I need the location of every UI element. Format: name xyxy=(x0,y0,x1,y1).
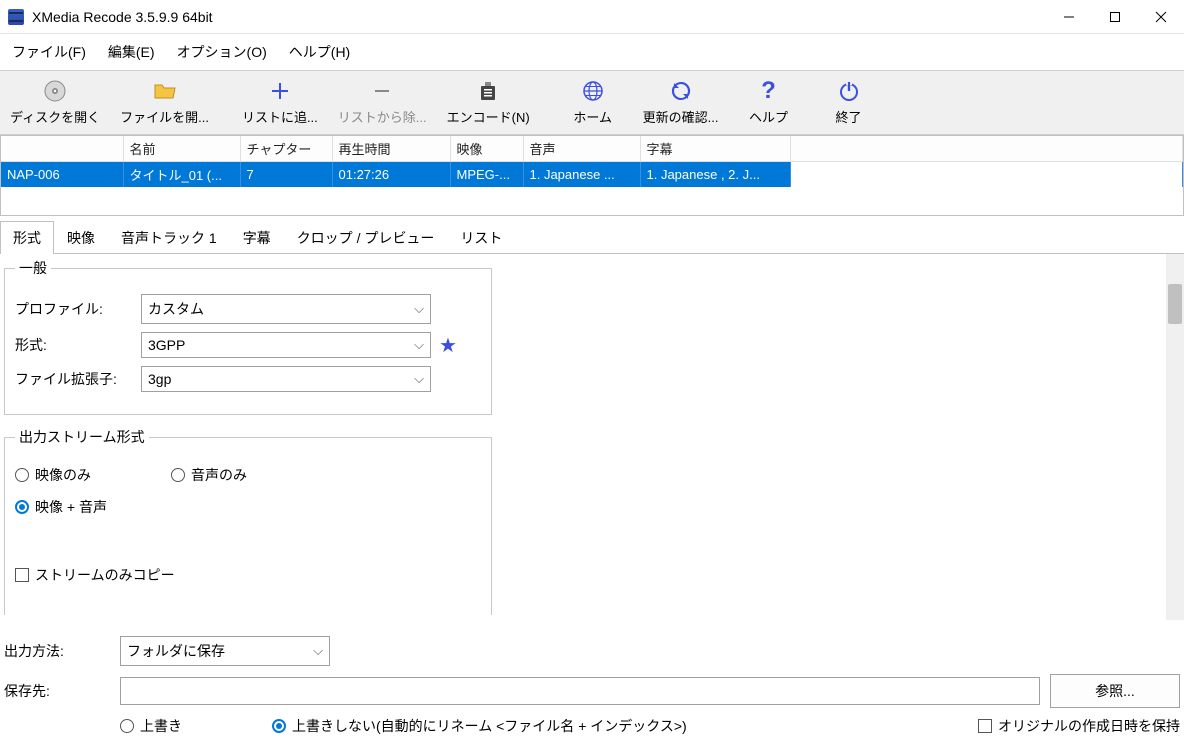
radio-video-audio[interactable]: 映像 + 音声 xyxy=(15,497,481,517)
tab-list[interactable]: リスト xyxy=(447,221,515,254)
radio-video-only[interactable]: 映像のみ xyxy=(15,465,91,485)
cell-audio: 1. Japanese ... xyxy=(523,162,640,188)
output-stream-legend: 出力ストリーム形式 xyxy=(15,427,149,447)
open-file-button[interactable]: ファイルを開... xyxy=(110,75,219,130)
minimize-button[interactable] xyxy=(1046,0,1092,34)
remove-from-list-button[interactable]: リストから除... xyxy=(328,75,437,130)
home-label: ホーム xyxy=(573,107,612,126)
vertical-scrollbar[interactable] xyxy=(1166,254,1184,620)
encode-label: エンコード(N) xyxy=(447,107,530,126)
checkbox-stream-copy[interactable]: ストリームのみコピー xyxy=(15,565,481,585)
open-file-label: ファイルを開... xyxy=(120,107,209,126)
power-icon xyxy=(837,79,861,103)
table-row[interactable]: NAP-006 タイトル_01 (... 7 01:27:26 MPEG-...… xyxy=(1,162,1183,188)
plus-icon xyxy=(268,79,292,103)
tab-video[interactable]: 映像 xyxy=(54,221,108,254)
output-panel: 出力方法: フォルダに保存 保存先: 参照... 上書き 上書きしない(自動的に… xyxy=(0,620,1184,752)
tab-content: 一般 プロファイル: カスタム 形式: 3GPP ★ ファイル拡張子: 3gp … xyxy=(0,254,1184,620)
output-dest-label: 保存先: xyxy=(4,681,110,701)
minus-icon xyxy=(370,79,394,103)
menubar: ファイル(F) 編集(E) オプション(O) ヘルプ(H) xyxy=(0,34,1184,70)
menu-help[interactable]: ヘルプ(H) xyxy=(279,38,360,66)
format-label: 形式: xyxy=(15,335,135,355)
window-title: XMedia Recode 3.5.9.9 64bit xyxy=(32,9,213,25)
encode-icon xyxy=(476,79,500,103)
output-stream-fieldset: 出力ストリーム形式 映像のみ 音声のみ 映像 + 音声 ストリームのみコピー xyxy=(4,427,492,615)
tab-subtitle[interactable]: 字幕 xyxy=(230,221,284,254)
menu-edit[interactable]: 編集(E) xyxy=(98,38,165,66)
exit-button[interactable]: 終了 xyxy=(809,75,889,130)
menu-file[interactable]: ファイル(F) xyxy=(2,38,96,66)
help-label: ヘルプ xyxy=(749,107,788,126)
cell-duration: 01:27:26 xyxy=(332,162,450,188)
profile-select[interactable]: カスタム xyxy=(141,294,431,324)
tab-crop-preview[interactable]: クロップ / プレビュー xyxy=(284,221,448,254)
col-name[interactable]: 名前 xyxy=(123,136,240,162)
encode-button[interactable]: エンコード(N) xyxy=(437,75,540,130)
add-to-list-button[interactable]: リストに追... xyxy=(232,75,328,130)
exit-label: 終了 xyxy=(836,107,862,126)
titlebar: XMedia Recode 3.5.9.9 64bit xyxy=(0,0,1184,34)
checkbox-keep-original-date[interactable]: オリジナルの作成日時を保持 xyxy=(978,716,1180,736)
radio-audio-only[interactable]: 音声のみ xyxy=(171,465,247,485)
media-table: 名前 チャプター 再生時間 映像 音声 字幕 NAP-006 タイトル_01 (… xyxy=(0,135,1184,216)
format-select[interactable]: 3GPP xyxy=(141,332,431,358)
profile-label: プロファイル: xyxy=(15,299,135,319)
col-audio[interactable]: 音声 xyxy=(523,136,640,162)
open-disc-label: ディスクを開く xyxy=(10,107,100,126)
toolbar: ディスクを開く ファイルを開... リストに追... リストから除... xyxy=(0,70,1184,135)
general-legend: 一般 xyxy=(15,258,51,278)
folder-icon xyxy=(153,79,177,103)
col-subtitle[interactable]: 字幕 xyxy=(640,136,790,162)
general-fieldset: 一般 プロファイル: カスタム 形式: 3GPP ★ ファイル拡張子: 3gp xyxy=(4,258,492,415)
open-disc-button[interactable]: ディスクを開く xyxy=(0,75,110,130)
app-icon xyxy=(8,9,24,25)
radio-overwrite[interactable]: 上書き xyxy=(120,716,182,736)
close-button[interactable] xyxy=(1138,0,1184,34)
col-disc[interactable] xyxy=(1,136,123,162)
output-method-select[interactable]: フォルダに保存 xyxy=(120,636,330,666)
col-chapter[interactable]: チャプター xyxy=(240,136,332,162)
home-button[interactable]: ホーム xyxy=(553,75,633,130)
help-button[interactable]: ? ヘルプ xyxy=(729,75,809,130)
tabstrip: 形式 映像 音声トラック 1 字幕 クロップ / プレビュー リスト xyxy=(0,220,1184,254)
extension-select[interactable]: 3gp xyxy=(141,366,431,392)
col-video[interactable]: 映像 xyxy=(450,136,523,162)
menu-options[interactable]: オプション(O) xyxy=(167,38,277,66)
col-duration[interactable]: 再生時間 xyxy=(332,136,450,162)
refresh-icon xyxy=(669,79,693,103)
disc-icon xyxy=(43,79,67,103)
check-update-button[interactable]: 更新の確認... xyxy=(633,75,729,130)
cell-name: タイトル_01 (... xyxy=(123,162,240,188)
output-dest-input[interactable] xyxy=(120,677,1040,705)
maximize-button[interactable] xyxy=(1092,0,1138,34)
check-update-label: 更新の確認... xyxy=(643,107,719,126)
cell-subtitle: 1. Japanese , 2. J... xyxy=(640,162,790,188)
globe-icon xyxy=(581,79,605,103)
tab-format[interactable]: 形式 xyxy=(0,221,54,254)
cell-video: MPEG-... xyxy=(450,162,523,188)
cell-chapter: 7 xyxy=(240,162,332,188)
question-icon: ? xyxy=(757,79,781,103)
radio-no-overwrite[interactable]: 上書きしない(自動的にリネーム <ファイル名 + インデックス>) xyxy=(272,716,687,736)
extension-label: ファイル拡張子: xyxy=(15,369,135,389)
add-to-list-label: リストに追... xyxy=(242,107,318,126)
favorite-icon[interactable]: ★ xyxy=(437,334,459,356)
output-method-label: 出力方法: xyxy=(4,641,110,661)
browse-button[interactable]: 参照... xyxy=(1050,674,1180,708)
remove-from-list-label: リストから除... xyxy=(338,107,427,126)
table-header-row: 名前 チャプター 再生時間 映像 音声 字幕 xyxy=(1,136,1183,162)
scrollbar-thumb[interactable] xyxy=(1168,284,1182,324)
tab-audio-track[interactable]: 音声トラック 1 xyxy=(108,221,230,254)
cell-disc: NAP-006 xyxy=(1,162,123,188)
